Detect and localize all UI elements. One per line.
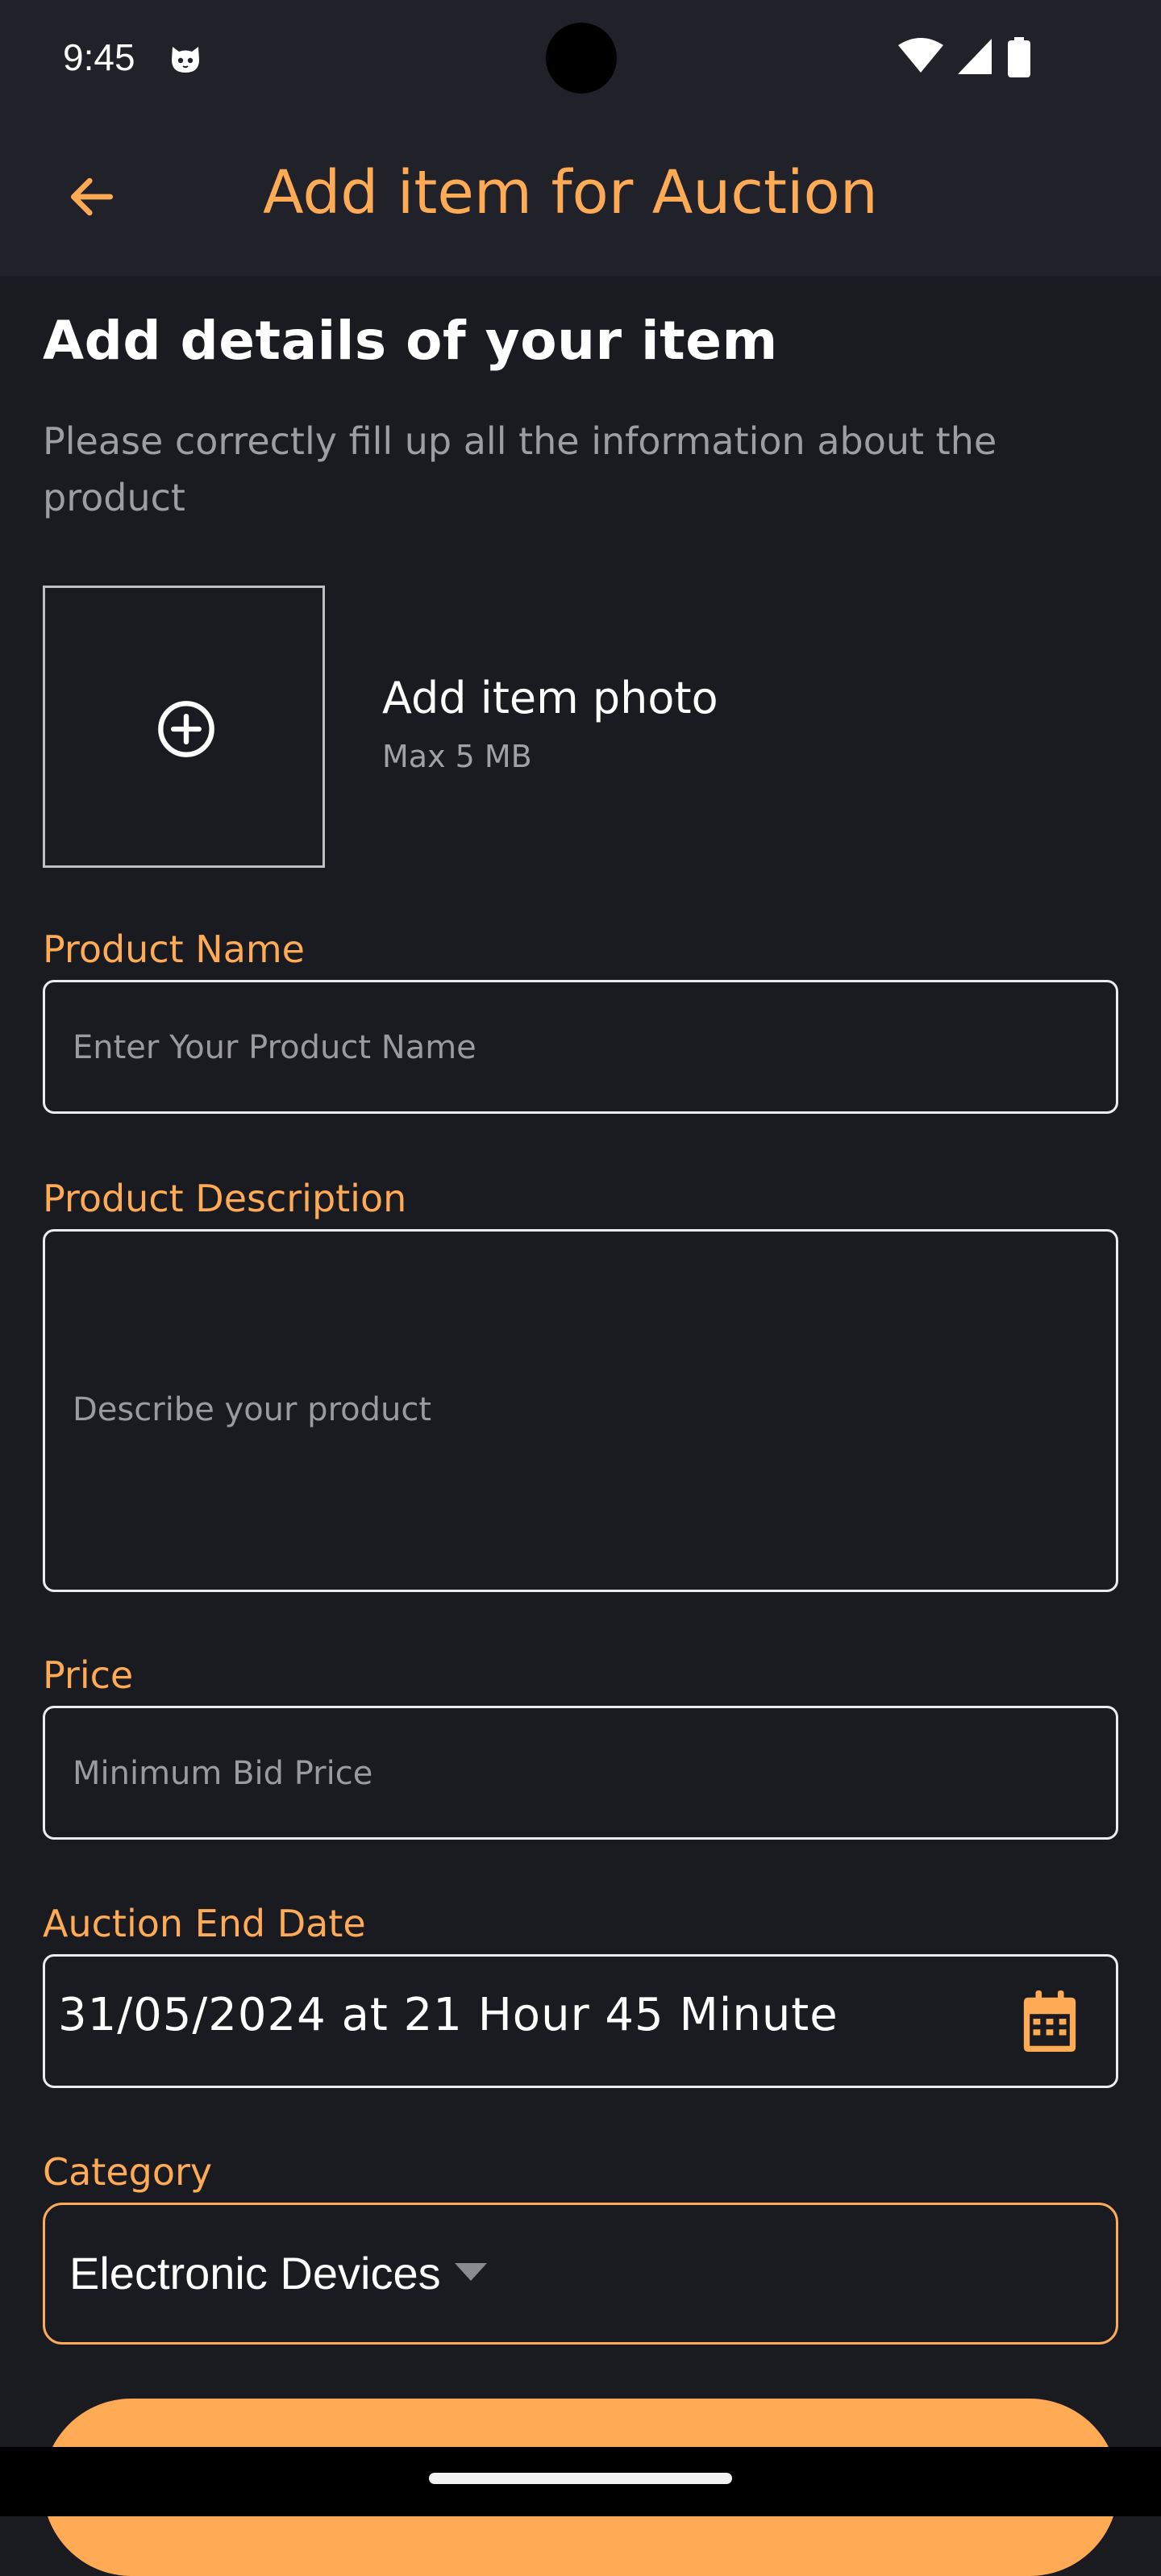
category-selected-value: Electronic Devices — [69, 2248, 441, 2299]
navigation-bar — [0, 2447, 1161, 2516]
category-select[interactable]: Electronic Devices — [43, 2203, 1118, 2345]
home-indicator[interactable] — [429, 2473, 732, 2484]
battery-icon — [1008, 37, 1030, 77]
calendar-icon[interactable] — [1021, 1990, 1079, 2052]
app-bar: Add item for Auction — [0, 116, 1161, 276]
add-photo-label: Add item photo — [382, 673, 718, 723]
product-name-input[interactable]: Enter Your Product Name — [43, 980, 1118, 1114]
product-description-input[interactable]: Describe your product — [43, 1229, 1118, 1592]
price-input[interactable]: Minimum Bid Price — [43, 1706, 1118, 1840]
price-placeholder: Minimum Bid Price — [73, 1755, 373, 1792]
page-title: Add item for Auction — [263, 158, 878, 227]
price-label: Price — [43, 1653, 134, 1697]
cellular-signal-icon — [958, 39, 992, 74]
product-name-placeholder: Enter Your Product Name — [73, 1029, 476, 1066]
auction-end-date-field[interactable]: 31/05/2024 at 21 Hour 45 Minute — [43, 1954, 1118, 2088]
wifi-icon — [898, 38, 943, 73]
status-bar: 9:45 — [0, 0, 1161, 116]
auction-end-date-label: Auction End Date — [43, 1902, 366, 1945]
cat-notification-icon — [172, 47, 199, 73]
status-time: 9:45 — [63, 36, 135, 78]
dropdown-arrow-icon — [455, 2263, 487, 2281]
auction-end-date-value: 31/05/2024 at 21 Hour 45 Minute — [58, 1989, 838, 2041]
camera-cutout — [546, 23, 617, 94]
plus-circle-icon — [158, 701, 214, 757]
category-label: Category — [43, 2150, 213, 2194]
photo-size-hint: Max 5 MB — [382, 739, 532, 774]
add-photo-button[interactable] — [43, 586, 325, 868]
product-description-placeholder: Describe your product — [73, 1391, 432, 1428]
form-heading: Add details of your item — [43, 310, 778, 372]
arrow-left-icon[interactable] — [64, 169, 119, 224]
product-name-label: Product Name — [43, 927, 305, 971]
form-subtext: Please correctly fill up all the informa… — [43, 419, 997, 519]
product-description-label: Product Description — [43, 1177, 407, 1220]
